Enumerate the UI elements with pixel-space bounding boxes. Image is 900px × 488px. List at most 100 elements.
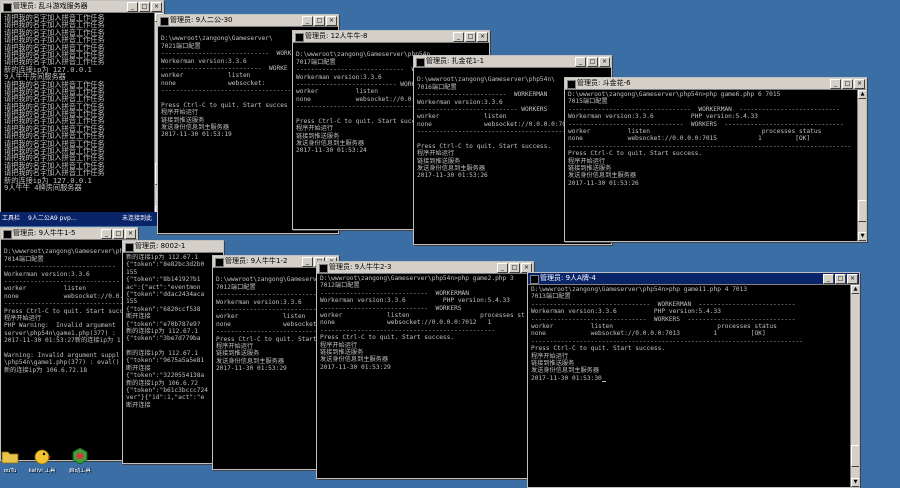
console-line: Workerman version:3.3.6 PHP version:5.4.… [568, 113, 758, 121]
tools-icon [72, 447, 88, 465]
title-bar[interactable]: 管理员: 12人牛牛-8 _ □ × [293, 31, 489, 43]
minimize-button[interactable]: _ [101, 229, 112, 239]
close-button[interactable]: × [125, 229, 136, 239]
taskbar-mid-text[interactable]: 9人二公A9 pvp… [28, 212, 77, 226]
console-line: 7014端口配置 [4, 255, 44, 263]
maximize-button[interactable]: □ [113, 229, 124, 239]
console-line: Press Ctrl-C to quit. Start success. [531, 345, 666, 353]
console-line: PHP Warning: Invalid argument [4, 322, 116, 330]
window-title: 管理员: 9人二公-30 [170, 16, 233, 24]
console-output: 请把我的名字加入拼音工作任务 请把我的名字加入拼音工作任务 请把我的名字加入拼音工作… [4, 14, 153, 212]
console-line: 155 [126, 298, 138, 306]
minimize-button[interactable]: _ [823, 274, 834, 284]
console-line: ------------------------------ WORKERMAN [4, 263, 134, 271]
console-line: worker listen processes st [320, 311, 525, 319]
minimize-button[interactable]: _ [497, 263, 508, 273]
desktop-icon-label: 启动工具 [68, 468, 91, 474]
console-line: {"token":"8e82bc3d2b0 [126, 261, 205, 269]
close-button[interactable]: × [477, 32, 488, 42]
console-output: D:\wwwroot\zangong\Gameserver\php54n 7014… [4, 241, 134, 457]
minimize-button[interactable]: _ [453, 32, 464, 42]
console-line: ver"}{"id":1,"act":"e [126, 394, 205, 402]
text-cursor [601, 381, 606, 383]
console-line: ----------------------------------------… [320, 326, 496, 334]
console-line: {"token":"3220554138a [126, 372, 205, 380]
close-button[interactable]: × [326, 16, 337, 26]
console-line: 新的连接ip为 106.6.72 [126, 379, 198, 387]
console-line: 9人牛牛 4牌房间服务器 [4, 182, 82, 192]
console-line: ac":{"act":"eventmon [126, 283, 201, 291]
close-button[interactable]: × [599, 57, 610, 67]
console-line: 7015端口配置 [568, 98, 608, 106]
console-line: ----------------------------------------… [531, 337, 803, 345]
close-button[interactable]: × [854, 79, 865, 89]
console-line: worker listen [4, 285, 86, 293]
close-button[interactable]: × [151, 2, 162, 12]
console-line: {"token":"e70b787e9? [126, 320, 201, 328]
console-window-5[interactable]: 管理员: 斗金花-6 _ □ × D:\wwwroot\zangong\Gamese… [564, 77, 867, 242]
console-line: ----------------------------- WORKERMAN [320, 289, 470, 297]
minimize-button[interactable]: _ [830, 79, 841, 89]
console-line: Press Ctrl-C to quit. Start success. [320, 334, 455, 342]
maximize-button[interactable]: □ [509, 263, 520, 273]
console-line: {"token":"3be7d779ba [126, 335, 201, 343]
console-line: 程序开始运行 [4, 314, 42, 322]
title-bar[interactable]: 管理员: 9人A牌-4 _ □ × [528, 273, 859, 285]
scroll-down-icon[interactable]: ▼ [858, 232, 866, 241]
taskbar-left-text[interactable]: 工具栏 [2, 212, 20, 226]
console-line: 新的连接ip为 112.67.1 [126, 327, 198, 335]
scroll-up-icon[interactable]: ▲ [851, 285, 859, 294]
minimize-button[interactable]: _ [127, 2, 138, 12]
console-line: ----------------------------------- [4, 300, 134, 308]
title-bar[interactable]: 管理员: 斗金花-6 _ □ × [565, 78, 866, 90]
title-bar[interactable]: 管理员: 乱斗游戏服务器 _ □ × [1, 1, 163, 13]
console-line: Workerman version:3.3.6 [4, 270, 90, 278]
console-line: 2017-11-30 01:53:27新的连接ip为 1 [4, 337, 121, 345]
scroll-thumb[interactable] [858, 200, 866, 222]
minimize-button[interactable]: _ [302, 257, 313, 267]
window-title: 管理员: 斗金花-6 [577, 79, 631, 87]
console-line: worker listen processes status [568, 127, 822, 135]
vertical-scrollbar[interactable]: ▲▼ [857, 90, 866, 241]
console-line: 发送身份信息到主服务器 [320, 356, 389, 364]
console-line: 程序开始运行 [320, 341, 358, 349]
window-title: 管理员: 9人牛牛2-3 [329, 263, 392, 271]
console-window-9[interactable]: 管理员: 9人牛牛2-3 _ □ × D:\wwwroot\zangong\Game… [316, 261, 534, 479]
console-output: D:\wwwroot\zangong\Gameserver\php54n>php… [320, 275, 530, 475]
maximize-button[interactable]: □ [139, 2, 150, 12]
console-window-1[interactable]: 管理员: 乱斗游戏服务器 _ □ × 请把我的名字加入拼音工作任务 请把我的名字加入拼… [0, 0, 164, 216]
minimize-button[interactable]: _ [575, 57, 586, 67]
desktop-icon-tools[interactable]: 启动工具 [62, 446, 98, 484]
console-window-10[interactable]: 管理员: 9人A牌-4 _ □ × D:\wwwroot\zangong\Games… [527, 272, 860, 488]
maximize-button[interactable]: □ [465, 32, 476, 42]
console-line: Workerman version:3.3.6 PHP version:5.4.… [531, 308, 721, 316]
minimize-button[interactable]: _ [302, 16, 313, 26]
maximize-button[interactable]: □ [842, 79, 853, 89]
window-title: 管理员: 9人牛牛1-2 [225, 257, 288, 265]
console-output: D:\wwwroot\zangong\Gameserver\php54n>php… [531, 286, 848, 484]
taskbar-right-text[interactable]: 未连接到此 [122, 212, 152, 226]
console-window-7[interactable]: 管理员: 8002-1 新的连接ip为 112.67.1 {"token":"8e… [122, 240, 224, 464]
console-line: 新的连接ip为 106.6.72.18 [4, 366, 88, 374]
maximize-button[interactable]: □ [587, 57, 598, 67]
title-bar[interactable]: 管理员: 9人牛牛1-5 _ □ × [1, 228, 137, 240]
scroll-up-icon[interactable]: ▲ [858, 90, 866, 99]
console-line: 7012端口配置 [320, 282, 360, 290]
console-output: D:\wwwroot\zangong\Gameserver\php54n>php… [568, 91, 856, 238]
console-line: none websocket://0.0.0 [4, 292, 127, 300]
vertical-scrollbar[interactable]: ▲▼ [850, 285, 859, 487]
console-icon [319, 264, 328, 273]
window-title: 管理员: 9人牛牛1-5 [13, 229, 76, 237]
console-window-6[interactable]: 管理员: 9人牛牛1-5 _ □ × D:\wwwroot\zangong\Game… [0, 227, 138, 461]
close-button[interactable]: × [847, 274, 858, 284]
desktop-icon-chicken[interactable]: kalivi 工具 [24, 446, 60, 484]
console-line: 2017-11-30 01:53:30 [531, 375, 848, 383]
title-bar[interactable]: 管理员: 9人二公-30 _ □ × [158, 15, 338, 27]
console-line: D:\wwwroot\zangong\Gameserver\php54n>php… [568, 91, 781, 98]
maximize-button[interactable]: □ [835, 274, 846, 284]
maximize-button[interactable]: □ [314, 16, 325, 26]
title-bar[interactable]: 管理员: 9人牛牛2-3 _ □ × [317, 262, 533, 274]
title-bar[interactable]: 管理员: 8002-1 [123, 241, 223, 253]
title-bar[interactable]: 管理员: 扎金花1-1 _ □ × [414, 56, 611, 68]
scroll-thumb[interactable] [851, 445, 859, 467]
